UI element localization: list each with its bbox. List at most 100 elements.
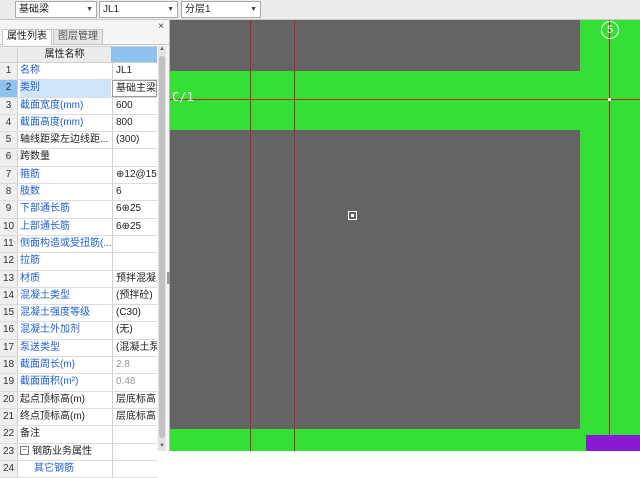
property-name: 其它钢筋: [20, 461, 125, 477]
table-row[interactable]: 20 起点顶标高(m) 层底标高: [0, 391, 157, 409]
property-name-text: 材质: [20, 272, 40, 284]
row-number: 5: [0, 132, 18, 149]
table-header: 属性名称: [0, 47, 157, 63]
property-value[interactable]: [112, 443, 157, 460]
row-number: 3: [0, 97, 18, 114]
tab-property-list[interactable]: 属性列表: [2, 29, 52, 45]
tab-layer-manager[interactable]: 图层管理: [53, 29, 103, 44]
property-value[interactable]: (预拌砼): [112, 287, 157, 305]
property-name: 备注: [20, 426, 111, 442]
table-row[interactable]: 13材质 预拌混凝土: [0, 270, 157, 288]
property-value[interactable]: ⊕12@15: [112, 166, 157, 184]
selected-element[interactable]: [586, 435, 640, 451]
table-row[interactable]: 4 截面高度(mm) 800: [0, 114, 157, 133]
table-row[interactable]: 3 截面宽度(mm) 600: [0, 97, 157, 115]
table-row[interactable]: 16 混凝土外加剂 (无): [0, 322, 157, 340]
table-row[interactable]: 11 侧面构造或受扭筋(...: [0, 235, 157, 254]
table-row[interactable]: 5 轴线距梁左边线距... (300): [0, 132, 157, 150]
property-name: 箍筋: [20, 167, 111, 183]
property-name-text: 类别: [20, 82, 40, 94]
property-value[interactable]: 6⊕25: [112, 218, 157, 235]
table-row[interactable]: 18 截面周长(m) 2.8: [0, 357, 157, 375]
vertical-scrollbar[interactable]: ▲ ▼: [158, 46, 166, 451]
property-value[interactable]: (混凝土泵: [112, 339, 157, 357]
table-row[interactable]: 19 截面面积(m²) 0.48: [0, 374, 157, 392]
property-name-text: 轴线距梁左边线距...: [20, 134, 109, 146]
property-name-text: 钢筋业务属性: [32, 445, 92, 457]
property-value[interactable]: 0.48: [112, 374, 157, 391]
table-row[interactable]: 21 终点顶标高(m) 层底标高: [0, 408, 157, 427]
property-value[interactable]: 2.8: [112, 357, 157, 374]
property-name-text: 上部通长筋: [20, 220, 70, 232]
property-value[interactable]: [112, 426, 157, 443]
row-number: 9: [0, 201, 18, 218]
table-row[interactable]: 22 备注: [0, 426, 157, 444]
property-name: 跨数量: [20, 149, 111, 165]
row-number: 10: [0, 218, 18, 235]
property-value[interactable]: 800: [112, 114, 157, 132]
property-name: 上部通长筋: [20, 219, 111, 235]
property-name-text: 泵送类型: [20, 341, 60, 353]
property-value[interactable]: [112, 149, 157, 166]
snap-point-marker[interactable]: [348, 211, 357, 220]
property-value[interactable]: [112, 460, 157, 478]
scroll-down-icon[interactable]: ▼: [158, 443, 166, 451]
table-row[interactable]: 8 肢数 6: [0, 184, 157, 202]
property-name-text: 混凝土外加剂: [20, 324, 80, 336]
property-value[interactable]: (无): [112, 322, 157, 339]
property-value[interactable]: (300): [112, 132, 157, 149]
property-name-text: 跨数量: [20, 151, 50, 163]
property-value[interactable]: (C30): [112, 305, 157, 322]
element-name-dropdown[interactable]: JL1 ▼: [99, 1, 178, 18]
property-value[interactable]: [112, 235, 157, 253]
property-name-text: 下部通长筋: [20, 203, 70, 215]
column-header-name: 属性名称: [17, 47, 111, 62]
table-row[interactable]: 6 跨数量: [0, 149, 157, 167]
property-table: 属性名称 1 名称 JL1 2 类别 基础主梁 3 截面宽度(mm) 600 4 截面高度(mm) 8…: [0, 46, 157, 478]
property-value[interactable]: 600: [112, 97, 157, 114]
table-row[interactable]: 15 混凝土强度等级 (C30): [0, 305, 157, 323]
chevron-down-icon: ▼: [86, 6, 93, 13]
row-number: 11: [0, 235, 18, 253]
chevron-down-icon: ▼: [167, 6, 174, 13]
table-row[interactable]: 7 箍筋 ⊕12@15: [0, 166, 157, 185]
property-name: 混凝土类型: [20, 288, 111, 304]
table-row[interactable]: 17 泵送类型 (混凝土泵: [0, 339, 157, 358]
table-row[interactable]: 2 类别 基础主梁: [0, 80, 157, 98]
beam-horizontal-bottom[interactable]: [170, 429, 640, 451]
property-value[interactable]: 6⊕25: [112, 201, 157, 218]
column-header-value: [111, 47, 157, 62]
property-name-text: 混凝土强度等级: [20, 307, 90, 319]
beam-horizontal-top[interactable]: [170, 71, 580, 130]
property-value[interactable]: 层底标高: [112, 391, 157, 408]
table-row[interactable]: 23− 钢筋业务属性: [0, 443, 157, 461]
property-value[interactable]: 6: [112, 184, 157, 201]
property-name-text: 截面周长(m): [20, 359, 75, 371]
layer-dropdown[interactable]: 分层1 ▼: [181, 1, 261, 18]
table-row[interactable]: 14 混凝土类型 (预拌砼): [0, 287, 157, 306]
property-value[interactable]: JL1: [112, 63, 157, 80]
property-name: 拉筋: [20, 253, 111, 269]
scrollbar-thumb[interactable]: [159, 56, 165, 438]
property-value[interactable]: 层底标高: [112, 408, 157, 426]
property-name: 下部通长筋: [20, 201, 111, 217]
top-toolbar: 基础梁 ▼ JL1 ▼ 分层1 ▼: [0, 0, 640, 20]
row-number: 14: [0, 287, 18, 305]
axis-label-c1: C/1: [172, 90, 194, 104]
drawing-canvas[interactable]: C/1 5: [170, 20, 640, 451]
table-row[interactable]: 1 名称 JL1: [0, 63, 157, 81]
table-row[interactable]: 12 拉筋: [0, 253, 157, 271]
element-type-value: 基础梁: [19, 4, 49, 15]
beam-vertical-right[interactable]: [580, 20, 640, 451]
scroll-up-icon[interactable]: ▲: [158, 46, 166, 54]
property-name-text: 名称: [20, 65, 40, 76]
property-value[interactable]: [112, 253, 157, 270]
table-row[interactable]: 10 上部通长筋 6⊕25: [0, 218, 157, 236]
property-name: 轴线距梁左边线距...: [20, 132, 111, 148]
property-value[interactable]: 基础主梁: [112, 80, 157, 97]
table-row[interactable]: 9 下部通长筋 6⊕25: [0, 201, 157, 219]
property-name-text: 混凝土类型: [20, 289, 70, 301]
property-value[interactable]: 预拌混凝土: [112, 270, 157, 287]
element-type-dropdown[interactable]: 基础梁 ▼: [15, 1, 97, 18]
table-row[interactable]: 24 其它钢筋: [0, 460, 157, 478]
